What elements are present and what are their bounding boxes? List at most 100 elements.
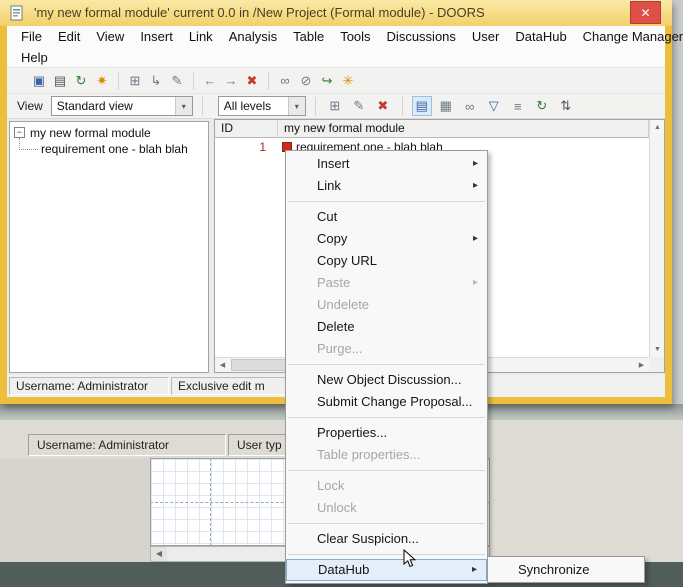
toolbar-separator xyxy=(402,97,403,115)
menu-view[interactable]: View xyxy=(88,27,132,46)
scroll-down-icon[interactable]: ▼ xyxy=(650,342,665,357)
insert-object-icon[interactable]: ⊞ xyxy=(125,71,145,91)
delete-column-icon[interactable]: ✖ xyxy=(373,96,393,116)
menu-item-label: Lock xyxy=(317,478,344,493)
menu-file[interactable]: File xyxy=(13,27,50,46)
delete-link-icon[interactable]: ⊘ xyxy=(296,71,316,91)
menu-table[interactable]: Table xyxy=(285,27,332,46)
desktop: Username: Administrator User typ ◀ 'my n… xyxy=(0,0,683,587)
column-header-main[interactable]: my new formal module xyxy=(278,120,649,138)
menu-link[interactable]: Link xyxy=(181,27,221,46)
chevron-down-icon[interactable]: ▾ xyxy=(288,97,305,115)
submenu-arrow-icon: ▸ xyxy=(473,175,478,197)
display-mode-icon[interactable]: ▤ xyxy=(412,96,432,116)
toolbar-main: ▣ ▤ ↻ ✷ ⊞ ↳ ✎ ← → ✖ ∞ ⊘ ↪ ✳ xyxy=(7,68,665,94)
tree-child-label[interactable]: requirement one - blah blah xyxy=(41,141,188,157)
save-icon[interactable]: ▣ xyxy=(29,71,49,91)
edit-object-icon[interactable]: ✎ xyxy=(167,71,187,91)
filter-icon[interactable]: ▽ xyxy=(484,96,504,116)
menu-insert[interactable]: Insert xyxy=(132,27,181,46)
menu-tools[interactable]: Tools xyxy=(332,27,378,46)
sort-icon[interactable]: ⇅ xyxy=(556,96,576,116)
context-menu-item-copy-url[interactable]: Copy URL xyxy=(286,250,487,272)
submenu-arrow-icon: ▸ xyxy=(473,228,478,250)
submenu-item-synchronize[interactable]: Synchronize xyxy=(488,558,644,581)
context-menu-item-insert[interactable]: Insert ▸ xyxy=(286,153,487,175)
tree-connector-line xyxy=(19,138,38,150)
module-explorer-tree: − my new formal module requirement one -… xyxy=(9,121,209,373)
insert-column-icon[interactable]: ⊞ xyxy=(325,96,345,116)
link-options-icon[interactable]: ✳ xyxy=(338,71,358,91)
menu-item-label: Paste xyxy=(317,275,350,290)
menu-edit[interactable]: Edit xyxy=(50,27,88,46)
edit-column-icon[interactable]: ✎ xyxy=(349,96,369,116)
insert-child-object-icon[interactable]: ↳ xyxy=(146,71,166,91)
menu-item-label: New Object Discussion... xyxy=(317,372,462,387)
refresh-view-icon[interactable]: ↻ xyxy=(532,96,552,116)
menu-separator xyxy=(288,364,485,365)
column-header-id[interactable]: ID xyxy=(215,120,278,138)
context-menu-item-submit-change-proposal[interactable]: Submit Change Proposal... xyxy=(286,391,487,413)
view-select[interactable]: Standard view ▾ xyxy=(51,96,193,116)
datahub-submenu: Synchronize xyxy=(487,556,645,583)
refresh-icon[interactable]: ↻ xyxy=(71,71,91,91)
doors-module-icon[interactable] xyxy=(9,5,25,26)
levels-select[interactable]: All levels ▾ xyxy=(218,96,306,116)
context-menu-item-new-object-discussion[interactable]: New Object Discussion... xyxy=(286,369,487,391)
tree-row[interactable]: requirement one - blah blah xyxy=(10,141,208,157)
chevron-down-icon[interactable]: ▾ xyxy=(175,97,192,115)
context-menu-item-undelete: Undelete xyxy=(286,294,487,316)
submenu-arrow-icon: ▸ xyxy=(473,153,478,175)
delete-object-icon[interactable]: ✖ xyxy=(242,71,262,91)
demote-object-icon[interactable]: → xyxy=(221,71,241,91)
toolbar-separator xyxy=(202,97,203,115)
menu-datahub[interactable]: DataHub xyxy=(507,27,574,46)
context-menu-item-table-properties: Table properties... xyxy=(286,444,487,466)
menu-item-label: Delete xyxy=(317,319,355,334)
menu-item-label: Insert xyxy=(317,156,350,171)
menu-change-management[interactable]: Change Management xyxy=(575,27,683,46)
menu-item-label: Copy xyxy=(317,231,347,246)
context-menu-item-copy[interactable]: Copy ▸ xyxy=(286,228,487,250)
tree-collapse-icon[interactable]: − xyxy=(14,127,25,138)
menu-help[interactable]: Help xyxy=(13,48,56,67)
promote-object-icon[interactable]: ← xyxy=(200,71,220,91)
submenu-arrow-icon: ▸ xyxy=(472,560,477,580)
view-select-value: Standard view xyxy=(52,99,175,113)
toolbar-view: View Standard view ▾ All levels ▾ ⊞ ✎ ✖ … xyxy=(7,94,665,119)
menu-user[interactable]: User xyxy=(464,27,507,46)
scroll-right-icon[interactable]: ▶ xyxy=(634,358,649,373)
tree-root-label[interactable]: my new formal module xyxy=(30,125,151,141)
follow-link-icon[interactable]: ↪ xyxy=(317,71,337,91)
menubar-row-1: File Edit View Insert Link Analysis Tabl… xyxy=(7,26,665,47)
status-username: Username: Administrator xyxy=(9,377,169,395)
context-menu-item-link[interactable]: Link ▸ xyxy=(286,175,487,197)
menu-discussions[interactable]: Discussions xyxy=(379,27,464,46)
background-status-username: Username: Administrator xyxy=(28,434,226,456)
background-scroll-left-icon[interactable]: ◀ xyxy=(151,547,167,561)
new-object-icon[interactable]: ✷ xyxy=(92,71,112,91)
menu-item-label: Copy URL xyxy=(317,253,377,268)
context-menu-item-properties[interactable]: Properties... xyxy=(286,422,487,444)
compress-icon[interactable]: ≡ xyxy=(508,96,528,116)
menu-item-label: Unlock xyxy=(317,500,357,515)
context-menu-item-clear-suspicion[interactable]: Clear Suspicion... xyxy=(286,528,487,550)
menu-item-label: Properties... xyxy=(317,425,387,440)
vertical-scrollbar[interactable]: ▲ ▼ xyxy=(649,120,664,357)
context-menu-item-datahub[interactable]: DataHub ▸ xyxy=(286,559,487,581)
toolbar-separator xyxy=(268,72,269,90)
context-menu-item-cut[interactable]: Cut xyxy=(286,206,487,228)
graphics-mode-icon[interactable]: ▦ xyxy=(436,96,456,116)
tree-row[interactable]: − my new formal module xyxy=(10,125,208,141)
context-menu-item-delete[interactable]: Delete xyxy=(286,316,487,338)
row-id-cell[interactable]: 1 xyxy=(215,138,278,156)
scroll-left-icon[interactable]: ◀ xyxy=(215,358,230,373)
menu-analysis[interactable]: Analysis xyxy=(221,27,285,46)
mouse-cursor xyxy=(403,549,416,574)
print-icon[interactable]: ▤ xyxy=(50,71,70,91)
levels-select-value: All levels xyxy=(219,99,288,113)
links-mode-icon[interactable]: ∞ xyxy=(460,96,480,116)
close-button[interactable]: ✕ xyxy=(630,1,661,24)
make-link-icon[interactable]: ∞ xyxy=(275,71,295,91)
scroll-up-icon[interactable]: ▲ xyxy=(650,120,665,135)
